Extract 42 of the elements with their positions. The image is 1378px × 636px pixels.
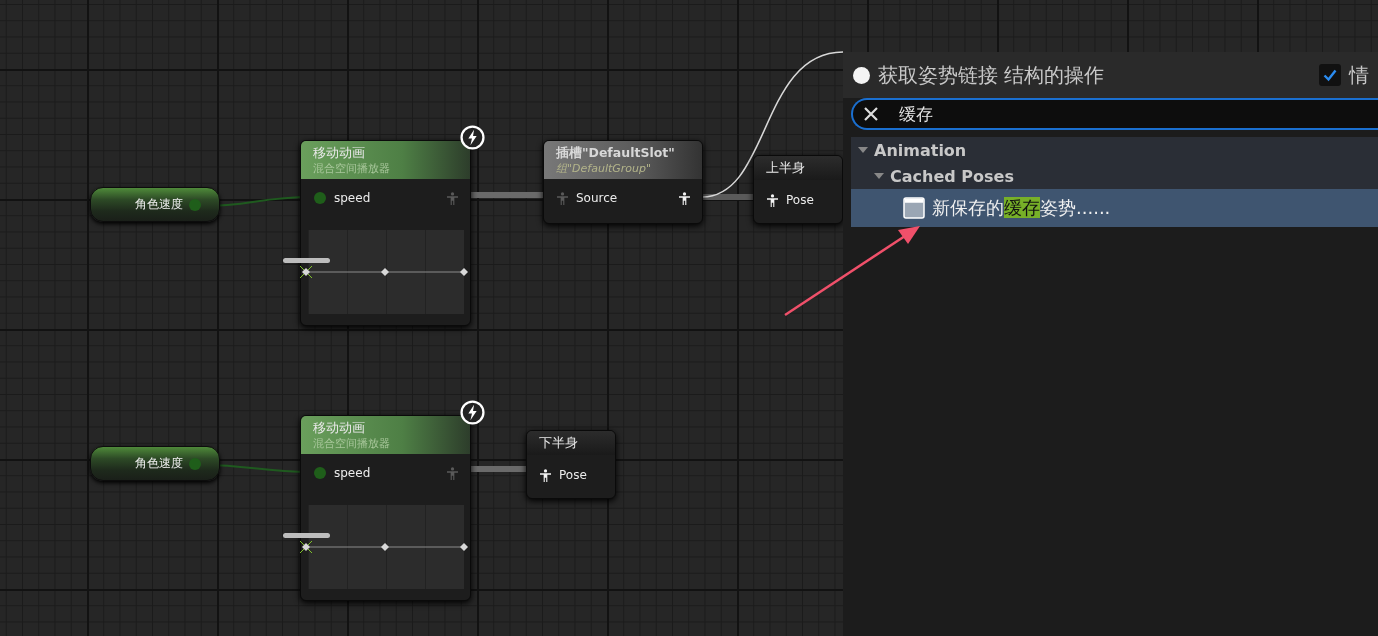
- blend-space-node[interactable]: 移动动画 混合空间播放器 speed: [300, 140, 471, 326]
- pin-icon[interactable]: [314, 192, 326, 204]
- category-label[interactable]: Cached Poses: [890, 166, 1014, 186]
- node-title: 插槽"DefaultSlot": [556, 144, 676, 161]
- pin-label: Pose: [559, 468, 587, 482]
- variable-node[interactable]: 角色速度: [90, 446, 220, 481]
- lightning-icon: [460, 125, 485, 150]
- pin-label: Source: [576, 191, 618, 205]
- blend-graph-drawing[interactable]: [282, 257, 470, 279]
- person-icon[interactable]: [540, 468, 551, 482]
- node-title: 移动动画: [313, 144, 366, 161]
- blend-graph-drawing[interactable]: [282, 532, 470, 554]
- lightning-icon: [460, 400, 485, 425]
- slot-node[interactable]: 插槽"DefaultSlot" 组"DefaultGroup" Source: [543, 140, 703, 224]
- pin-icon[interactable]: [314, 467, 326, 479]
- checkbox[interactable]: [1319, 64, 1341, 86]
- node-title: 下半身: [539, 435, 579, 451]
- blend-space-node[interactable]: 移动动画 混合空间播放器 speed: [300, 415, 471, 601]
- node-title: 移动动画: [313, 419, 366, 436]
- circle-icon: [853, 66, 870, 84]
- node-title: 上半身: [766, 160, 806, 176]
- wire: [470, 466, 526, 472]
- action-item[interactable]: 新保存的缓存姿势......: [851, 189, 1378, 227]
- variable-node[interactable]: 角色速度: [90, 187, 220, 222]
- node-subtitle: 混合空间播放器: [313, 435, 391, 451]
- cache-node[interactable]: 上半身 Pose: [753, 155, 843, 224]
- cache-node[interactable]: 下半身 Pose: [526, 430, 616, 499]
- search-field[interactable]: 缓存: [851, 98, 1378, 130]
- node-title: 角色速度: [135, 455, 183, 472]
- category-label[interactable]: Animation: [874, 140, 967, 160]
- node-subtitle: 混合空间播放器: [313, 160, 391, 176]
- window-icon: [903, 197, 925, 219]
- node-title: 角色速度: [135, 196, 183, 213]
- person-icon[interactable]: [767, 193, 778, 207]
- pin-label: speed: [334, 191, 371, 205]
- node-subtitle: 组"DefaultGroup": [556, 160, 653, 176]
- clear-icon[interactable]: [863, 106, 879, 122]
- checkbox-label: 情: [1349, 61, 1369, 89]
- menu-title: 获取姿势链接 结构的操作: [878, 61, 1105, 89]
- pin-label: Pose: [786, 193, 814, 207]
- person-icon[interactable]: [679, 191, 690, 205]
- pin-label: speed: [334, 466, 371, 480]
